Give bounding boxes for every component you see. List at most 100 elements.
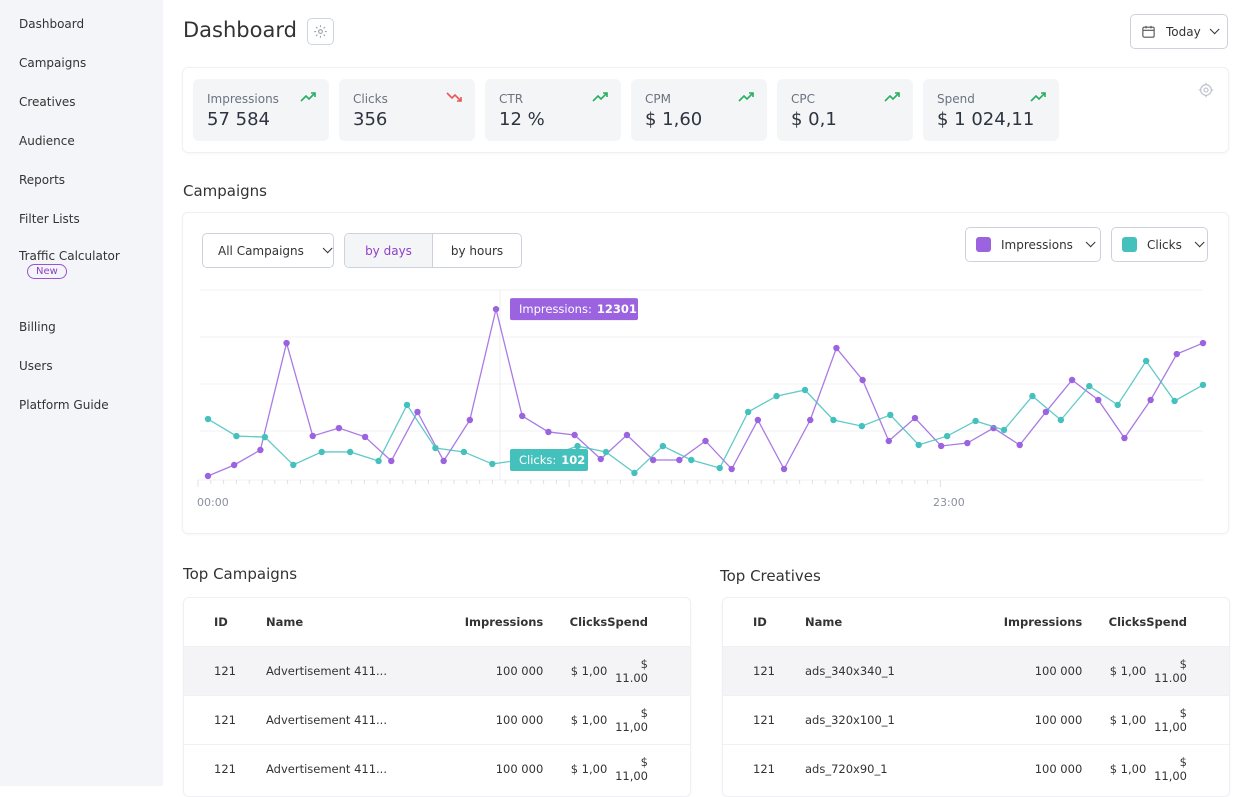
- table-cell: 100 000: [972, 645, 1083, 695]
- column-header[interactable]: Spend: [607, 598, 690, 646]
- table-cell: $ 11.00: [1146, 645, 1229, 695]
- data-point-impressions: [937, 442, 945, 450]
- column-header[interactable]: Spend: [1146, 598, 1229, 646]
- data-point-clicks: [943, 432, 951, 440]
- data-point-impressions: [1199, 339, 1207, 347]
- column-header[interactable]: Impressions: [972, 598, 1083, 646]
- tooltip-label: Clicks:: [519, 453, 556, 467]
- data-point-impressions: [964, 439, 971, 447]
- tooltip-label: Impressions:: [519, 302, 592, 316]
- table-cell: ads_320x100_1: [805, 694, 973, 744]
- data-point-clicks: [972, 417, 979, 425]
- data-point-clicks: [290, 461, 297, 469]
- data-point-clicks: [801, 386, 809, 394]
- table-cell: 100 000: [433, 694, 544, 744]
- tooltip-value: 12301: [597, 302, 637, 316]
- data-point-impressions: [309, 432, 316, 440]
- data-point-impressions: [1095, 396, 1102, 404]
- table-cell: Advertisement 411...: [266, 645, 434, 695]
- data-point-impressions: [754, 416, 762, 424]
- data-point-impressions: [1016, 441, 1023, 449]
- data-point-clicks: [1171, 397, 1178, 405]
- data-point-clicks: [830, 416, 837, 424]
- data-point-clicks: [261, 433, 269, 441]
- data-point-clicks: [1000, 426, 1008, 434]
- table-header: ID Name Impressions Clicks Spend: [184, 598, 690, 646]
- table-cell: $ 1,00: [543, 694, 608, 744]
- data-point-clicks: [1114, 401, 1121, 409]
- data-point-clicks: [403, 401, 411, 409]
- data-point-impressions: [519, 412, 526, 420]
- data-point-clicks: [204, 415, 212, 423]
- table-cell: 121: [184, 645, 266, 695]
- table-cell: 121: [184, 694, 266, 744]
- data-point-impressions: [283, 339, 290, 347]
- data-point-clicks: [602, 448, 610, 456]
- data-point-clicks: [915, 441, 922, 449]
- data-point-impressions: [702, 437, 709, 445]
- data-point-impressions: [780, 465, 788, 473]
- table-cell: $ 1,00: [1082, 694, 1147, 744]
- series-line-impressions: [207, 308, 1204, 477]
- table-cell: $ 11.00: [607, 645, 690, 695]
- data-point-clicks: [346, 448, 354, 456]
- column-header[interactable]: ID: [184, 598, 266, 646]
- data-point-impressions: [335, 424, 343, 432]
- data-point-impressions: [1173, 350, 1181, 358]
- data-point-clicks: [432, 444, 439, 452]
- data-point-clicks: [659, 442, 667, 450]
- data-point-clicks: [716, 464, 723, 472]
- data-point-clicks: [318, 448, 325, 456]
- x-tick-label: 23:00: [933, 496, 965, 509]
- data-point-clicks: [887, 411, 894, 419]
- table-cell: 121: [723, 694, 805, 744]
- data-point-clicks: [1029, 392, 1036, 400]
- data-point-clicks: [631, 469, 638, 477]
- column-header[interactable]: Clicks: [1082, 598, 1147, 646]
- table-row[interactable]: 121 Advertisement 411... 100 000 $ 1,00 $ 11…: [184, 694, 690, 744]
- table-cell: ads_340x340_1: [805, 645, 973, 695]
- table-cell: $ 1,00: [1082, 645, 1147, 695]
- data-point-impressions: [571, 431, 578, 439]
- table-cell: $ 1,00: [543, 645, 608, 695]
- column-header[interactable]: ID: [723, 598, 805, 646]
- top-campaigns-title: Top Campaigns: [183, 565, 298, 583]
- series-line-clicks: [207, 359, 1204, 474]
- column-header[interactable]: Name: [266, 598, 433, 646]
- table-row[interactable]: 121 ads_340x340_1 100 000 $ 1,00 $ 11.00: [723, 645, 1229, 695]
- data-point-impressions: [257, 446, 264, 454]
- data-point-impressions: [728, 465, 735, 473]
- data-point-impressions: [440, 457, 447, 465]
- table-row[interactable]: 121 ads_320x100_1 100 000 $ 1,00 $ 11,00: [723, 694, 1229, 744]
- table-cell: 100 000: [433, 645, 544, 695]
- column-header[interactable]: Name: [805, 598, 972, 646]
- data-point-impressions: [833, 344, 840, 352]
- data-point-clicks: [460, 448, 468, 456]
- data-point-impressions: [1068, 376, 1076, 384]
- table-cell: $ 11,00: [1146, 694, 1229, 744]
- data-point-clicks: [233, 432, 240, 440]
- table-cell: Advertisement 411...: [266, 694, 434, 744]
- data-point-impressions: [807, 416, 814, 424]
- top-creatives-table: ID Name Impressions Clicks Spend 121 ads_340x3…: [722, 597, 1230, 797]
- data-point-impressions: [545, 428, 552, 436]
- data-point-clicks: [688, 456, 695, 464]
- data-point-clicks: [744, 408, 752, 416]
- data-point-impressions: [623, 431, 631, 439]
- column-header[interactable]: Impressions: [433, 598, 544, 646]
- tooltip-text: Impressions: 12301: [519, 302, 637, 316]
- data-point-clicks: [1199, 381, 1207, 389]
- column-header[interactable]: Clicks: [543, 598, 608, 646]
- data-point-clicks: [574, 442, 581, 450]
- table-row[interactable]: 121 Advertisement 411... 100 000 $ 1,00 $ 11…: [184, 645, 690, 695]
- data-point-clicks: [773, 392, 780, 400]
- data-point-impressions: [230, 461, 238, 469]
- table-header: ID Name Impressions Clicks Spend: [723, 598, 1229, 646]
- data-point-impressions: [492, 305, 500, 313]
- data-point-impressions: [597, 455, 604, 463]
- top-campaigns-table: ID Name Impressions Clicks Spend 121 Advertise…: [183, 597, 691, 797]
- data-point-impressions: [911, 414, 919, 422]
- data-point-impressions: [414, 408, 421, 416]
- data-point-clicks: [489, 460, 496, 468]
- tooltip-text: Clicks: 102: [519, 453, 585, 467]
